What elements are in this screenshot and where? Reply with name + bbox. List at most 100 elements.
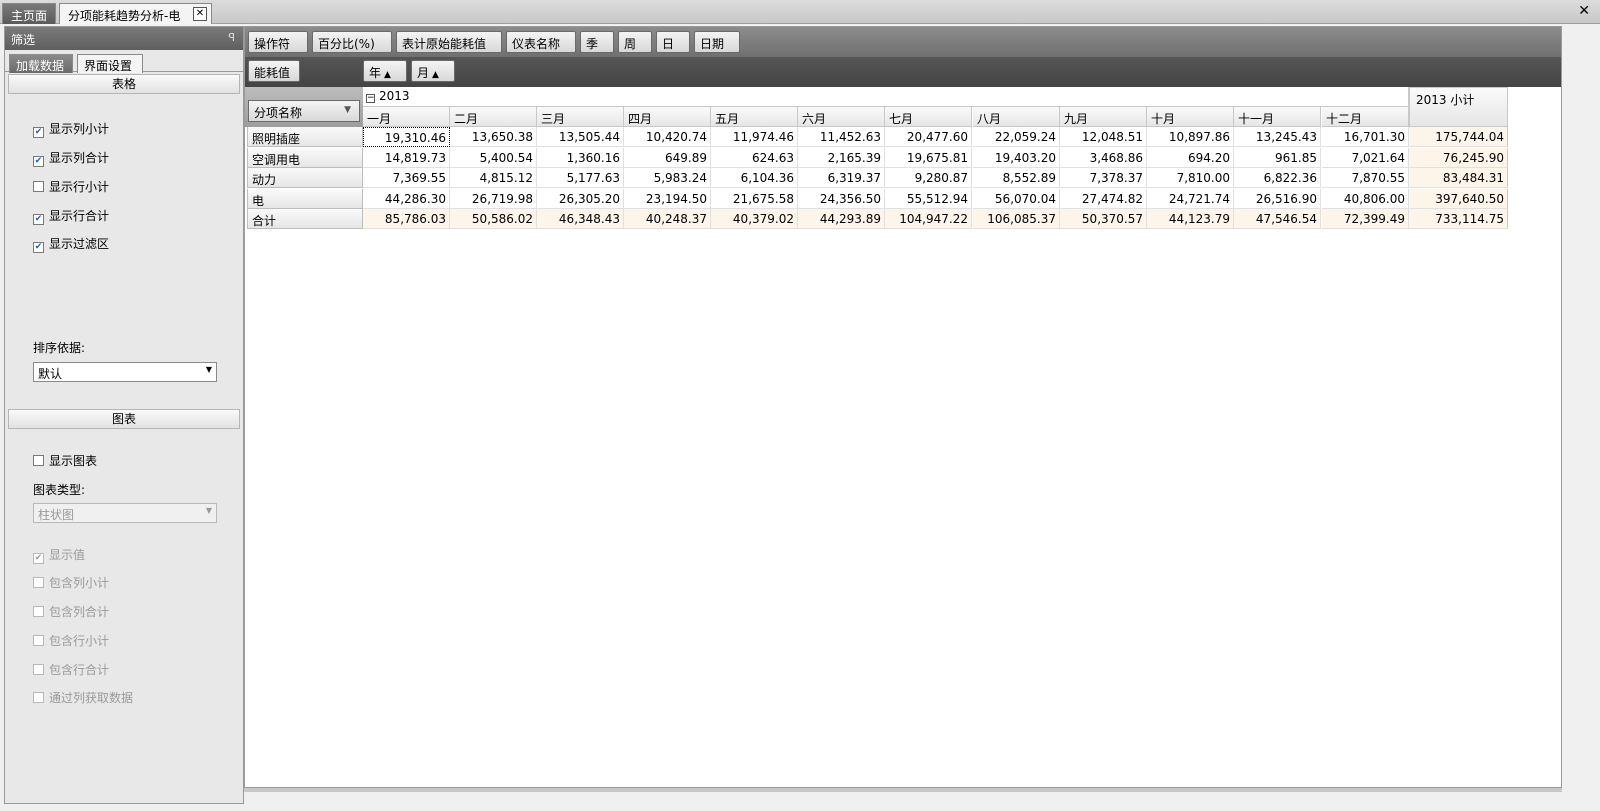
month-header[interactable]: 二月 [450, 107, 537, 127]
row-header[interactable]: 动力 [247, 168, 363, 188]
grand-total-row-header[interactable]: 合计 [247, 209, 363, 229]
data-cell[interactable]: 19,310.46 [363, 127, 450, 147]
data-cell[interactable]: 12,048.51 [1060, 127, 1147, 147]
checkbox-show-row-subtotal[interactable]: 显示行小计 [33, 180, 109, 196]
checkbox-show-filter-area[interactable]: ✔ 显示过滤区 [33, 237, 109, 253]
checkbox-include-col-total[interactable]: 包含列合计 [33, 605, 109, 621]
month-header[interactable]: 十一月 [1234, 107, 1321, 127]
month-header[interactable]: 九月 [1060, 107, 1147, 127]
tab-ui-settings[interactable]: 界面设置 [77, 54, 143, 73]
data-cell[interactable]: 6,822.36 [1234, 168, 1321, 188]
checkbox-icon[interactable] [33, 181, 44, 192]
year-header[interactable]: −2013 [363, 87, 1409, 107]
data-cell[interactable]: 694.20 [1147, 148, 1234, 168]
field-day[interactable]: 日 [656, 31, 690, 53]
month-header[interactable]: 一月 [363, 107, 450, 127]
month-header[interactable]: 十月 [1147, 107, 1234, 127]
checkbox-show-values[interactable]: ✔ 显示值 [33, 548, 85, 564]
sort-by-select[interactable]: 默认 ▼ [33, 362, 217, 382]
table-section-header[interactable]: 表格 [8, 74, 240, 94]
checkbox-icon[interactable] [33, 635, 44, 646]
tab-load-data[interactable]: 加载数据 [9, 54, 73, 73]
subtotal-cell[interactable]: 83,484.31 [1409, 168, 1508, 188]
data-cell[interactable]: 649.89 [624, 148, 711, 168]
month-header[interactable]: 六月 [798, 107, 885, 127]
subtotal-cell[interactable]: 76,245.90 [1409, 148, 1508, 168]
data-cell[interactable]: 21,675.58 [711, 189, 798, 209]
checkbox-icon[interactable]: ✔ [33, 156, 44, 167]
checkbox-get-data-by-column[interactable]: 通过列获取数据 [33, 691, 133, 707]
data-cell[interactable]: 26,516.90 [1234, 189, 1321, 209]
grand-total-cell[interactable]: 46,348.43 [537, 209, 624, 229]
field-energy-value[interactable]: 能耗值 [248, 60, 300, 82]
checkbox-icon[interactable]: ✔ [33, 214, 44, 225]
month-header[interactable]: 十二月 [1322, 107, 1409, 127]
data-cell[interactable]: 5,983.24 [624, 168, 711, 188]
data-cell[interactable]: 26,305.20 [537, 189, 624, 209]
data-cell[interactable]: 9,280.87 [885, 168, 972, 188]
field-meter-name[interactable]: 仪表名称 [506, 31, 576, 53]
chart-type-select[interactable]: 柱状图 ▼ [33, 503, 217, 523]
bottom-splitter[interactable] [244, 788, 1562, 792]
collapse-icon[interactable]: − [366, 94, 375, 103]
grand-total-cell[interactable]: 50,586.02 [450, 209, 537, 229]
chart-section-header[interactable]: 图表 [8, 409, 240, 429]
field-operator[interactable]: 操作符 [248, 31, 308, 53]
data-cell[interactable]: 27,474.82 [1060, 189, 1147, 209]
checkbox-icon[interactable] [33, 692, 44, 703]
row-header[interactable]: 照明插座 [247, 127, 363, 147]
subtotal-cell[interactable]: 175,744.04 [1409, 127, 1508, 147]
data-cell[interactable]: 7,021.64 [1322, 148, 1409, 168]
data-cell[interactable]: 2,165.39 [798, 148, 885, 168]
sort-desc-icon[interactable]: ▼ [344, 105, 351, 115]
grand-total-cell[interactable]: 47,546.54 [1234, 209, 1321, 229]
field-percentage[interactable]: 百分比(%) [312, 31, 392, 53]
field-quarter[interactable]: 季 [580, 31, 614, 53]
grand-total-cell[interactable]: 44,123.79 [1147, 209, 1234, 229]
data-cell[interactable]: 26,719.98 [450, 189, 537, 209]
row-header[interactable]: 电 [247, 189, 363, 209]
data-cell[interactable]: 11,974.46 [711, 127, 798, 147]
checkbox-include-col-subtotal[interactable]: 包含列小计 [33, 576, 109, 592]
grand-total-cell[interactable]: 40,379.02 [711, 209, 798, 229]
grand-total-cell[interactable]: 85,786.03 [363, 209, 450, 229]
tab-close-icon[interactable]: ✕ [193, 7, 207, 21]
data-cell[interactable]: 1,360.16 [537, 148, 624, 168]
data-cell[interactable]: 40,806.00 [1322, 189, 1409, 209]
data-cell[interactable]: 20,477.60 [885, 127, 972, 147]
data-cell[interactable]: 56,070.04 [973, 189, 1060, 209]
month-header[interactable]: 三月 [537, 107, 624, 127]
data-cell[interactable]: 8,552.89 [973, 168, 1060, 188]
data-cell[interactable]: 961.85 [1234, 148, 1321, 168]
checkbox-icon[interactable] [33, 577, 44, 588]
data-cell[interactable]: 22,059.24 [973, 127, 1060, 147]
field-month[interactable]: 月 ▲ [411, 60, 455, 82]
month-header[interactable]: 七月 [885, 107, 972, 127]
field-category-name[interactable]: 分项名称 ▼ [248, 100, 360, 122]
data-cell[interactable]: 3,468.86 [1060, 148, 1147, 168]
field-year[interactable]: 年 ▲ [363, 60, 407, 82]
data-cell[interactable]: 6,104.36 [711, 168, 798, 188]
data-cell[interactable]: 10,897.86 [1147, 127, 1234, 147]
grand-total-cell[interactable]: 104,947.22 [885, 209, 972, 229]
checkbox-include-row-total[interactable]: 包含行合计 [33, 663, 109, 679]
month-header[interactable]: 八月 [973, 107, 1060, 127]
data-cell[interactable]: 14,819.73 [363, 148, 450, 168]
data-cell[interactable]: 24,356.50 [798, 189, 885, 209]
data-cell[interactable]: 13,505.44 [537, 127, 624, 147]
field-date[interactable]: 日期 [694, 31, 740, 53]
data-cell[interactable]: 7,369.55 [363, 168, 450, 188]
row-header[interactable]: 空调用电 [247, 148, 363, 168]
data-cell[interactable]: 6,319.37 [798, 168, 885, 188]
data-cell[interactable]: 7,870.55 [1322, 168, 1409, 188]
data-cell[interactable]: 13,245.43 [1234, 127, 1321, 147]
subtotal-cell[interactable]: 733,114.75 [1409, 209, 1508, 229]
checkbox-include-row-subtotal[interactable]: 包含行小计 [33, 634, 109, 650]
data-cell[interactable]: 5,400.54 [450, 148, 537, 168]
data-cell[interactable]: 7,810.00 [1147, 168, 1234, 188]
checkbox-icon[interactable] [33, 455, 44, 466]
grand-total-cell[interactable]: 40,248.37 [624, 209, 711, 229]
data-cell[interactable]: 19,403.20 [973, 148, 1060, 168]
data-cell[interactable]: 19,675.81 [885, 148, 972, 168]
data-cell[interactable]: 16,701.30 [1322, 127, 1409, 147]
